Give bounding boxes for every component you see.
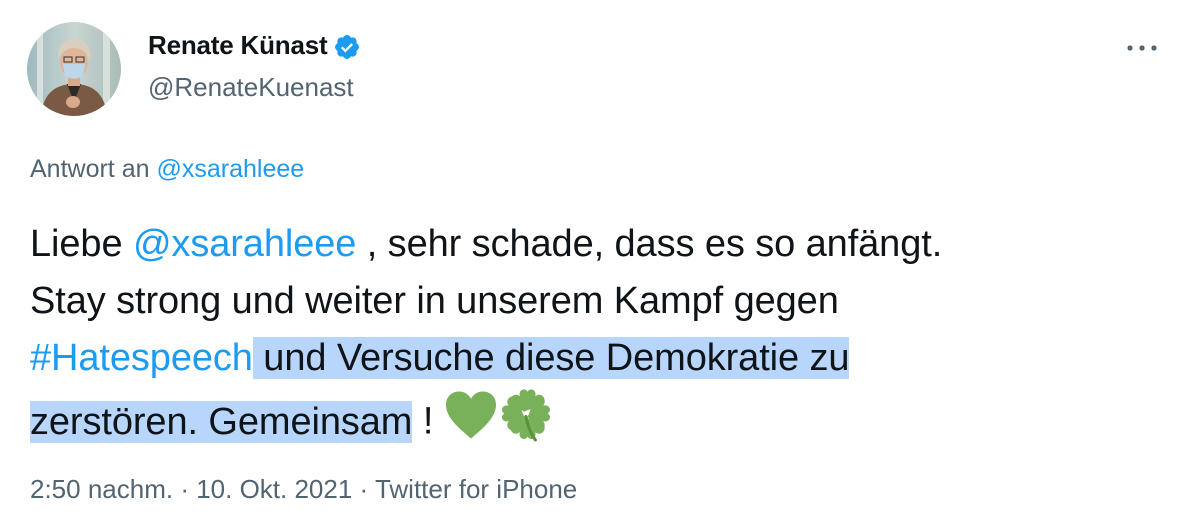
tweet-card: Renate Künast @RenateKuenast Antwort an … <box>0 0 1190 520</box>
avatar[interactable] <box>27 22 121 116</box>
reply-prefix: Antwort an <box>30 155 150 183</box>
tweet-meta: 2:50 nachm. · 10. Okt. 2021 · Twitter fo… <box>30 474 577 505</box>
tweet-text-segment: , sehr schade, dass es so anfängt. <box>356 223 943 265</box>
verified-badge-icon <box>333 33 361 61</box>
tweet-text: Liebe @xsarahleee , sehr schade, dass es… <box>30 216 1170 460</box>
selected-text: und Versuche diese Demokratie zu <box>252 337 850 379</box>
more-horizontal-icon[interactable] <box>1122 36 1162 60</box>
tweet-text-segment: ! <box>412 400 444 443</box>
mention-link[interactable]: @xsarahleee <box>133 223 356 265</box>
tweet-source-link[interactable]: Twitter for iPhone <box>375 474 577 504</box>
selected-text: zerstören. Gemeinsam <box>30 400 413 443</box>
tweet-text-segment: Liebe <box>30 223 133 265</box>
meta-separator: · <box>173 474 197 504</box>
author-handle[interactable]: @RenateKuenast <box>148 72 354 103</box>
tweet-date-link[interactable]: 10. Okt. 2021 <box>196 474 352 504</box>
reply-context: Antwort an @xsarahleee <box>30 155 304 184</box>
reply-target-link[interactable]: @xsarahleee <box>156 155 304 183</box>
meta-separator: · <box>352 474 375 504</box>
author-display-name[interactable]: Renate Künast <box>148 30 328 61</box>
tweet-time-link[interactable]: 2:50 nachm. <box>30 474 173 504</box>
tweet-text-segment: Stay strong und weiter in unserem Kampf … <box>30 280 839 322</box>
hashtag-link[interactable]: #Hatespeech <box>30 337 253 379</box>
green-heart-icon <box>444 390 498 457</box>
four-leaf-clover-icon <box>498 387 554 460</box>
author-name-row[interactable]: Renate Künast <box>148 30 361 61</box>
